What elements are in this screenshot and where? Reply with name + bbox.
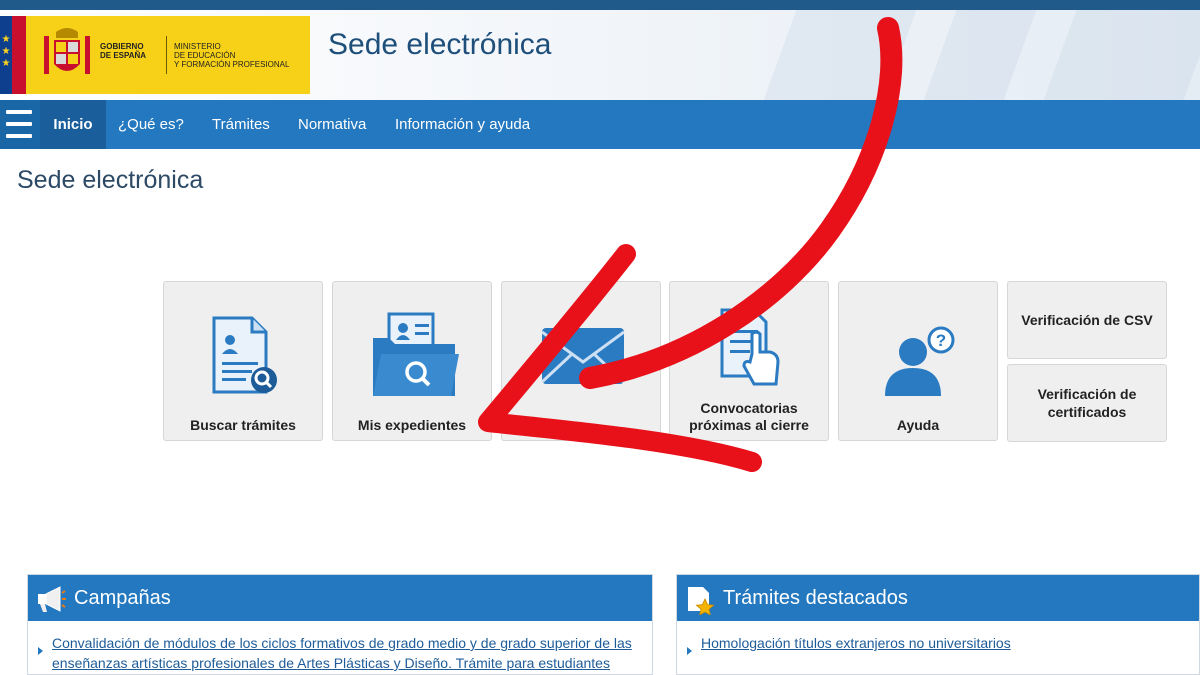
nav-item-que-es[interactable]: ¿Qué es? [118, 100, 184, 149]
tile-verificacion-certificados[interactable]: Verificación de certificados [1007, 364, 1167, 442]
campaigns-panel: Campañas Convalidación de módulos de los… [27, 574, 653, 675]
envelope-icon [540, 328, 626, 384]
document-star-icon [688, 587, 715, 615]
tile-verificacion-csv[interactable]: Verificación de CSV [1007, 281, 1167, 359]
tile-mis-expedientes[interactable]: Mis expedientes [332, 281, 492, 441]
campaign-link[interactable]: Convalidación de módulos de los ciclos f… [36, 633, 644, 673]
search-document-icon [212, 316, 277, 394]
featured-panel: Trámites destacados Homologación títulos… [676, 574, 1200, 675]
top-border [0, 0, 1200, 10]
nav-item-informacion-ayuda[interactable]: Información y ayuda [395, 100, 530, 149]
government-logo[interactable]: GOBIERNO DE ESPAÑA MINISTERIO DE EDUCACI… [12, 16, 310, 94]
featured-header: Trámites destacados [677, 575, 1199, 621]
tile-convocatorias[interactable]: Convocatorias próximas al cierre [669, 281, 829, 441]
featured-title: Trámites destacados [723, 587, 908, 609]
nav-item-inicio[interactable]: Inicio [40, 100, 106, 149]
tile-ayuda[interactable]: ? Ayuda [838, 281, 998, 441]
site-title[interactable]: Sede electrónica [328, 28, 551, 62]
coat-of-arms-icon [44, 28, 90, 74]
nav-item-tramites[interactable]: Trámites [212, 100, 270, 149]
megaphone-icon [38, 586, 66, 612]
page-title: Sede electrónica [17, 166, 204, 194]
ministry-name: MINISTERIO DE EDUCACIÓN Y FORMACIÓN PROF… [174, 42, 290, 69]
menu-icon[interactable] [0, 100, 40, 149]
user-help-icon: ? [885, 326, 955, 396]
tile-label: Ayuda [896, 417, 940, 433]
main-nav: Inicio ¿Qué es? Trámites Normativa Infor… [0, 100, 1200, 149]
tile-label: Convocatorias próximas al cierre [689, 400, 809, 433]
tile-label: Mis expedientes [357, 417, 467, 433]
government-name: GOBIERNO DE ESPAÑA [100, 42, 147, 60]
tile-buscar-tramites[interactable]: Buscar trámites [163, 281, 323, 441]
campaigns-title: Campañas [74, 587, 171, 609]
eu-flag-strip: ★ ★ ★ [0, 16, 12, 94]
document-touch-icon [720, 308, 780, 386]
featured-link[interactable]: Homologación títulos extranjeros no univ… [685, 633, 1191, 655]
campaigns-header: Campañas [28, 575, 652, 621]
tile-notificaciones[interactable] [501, 281, 661, 441]
folder-search-icon [373, 312, 459, 396]
nav-item-normativa[interactable]: Normativa [298, 100, 366, 149]
svg-text:?: ? [936, 331, 946, 350]
tile-label: Buscar trámites [190, 417, 296, 433]
